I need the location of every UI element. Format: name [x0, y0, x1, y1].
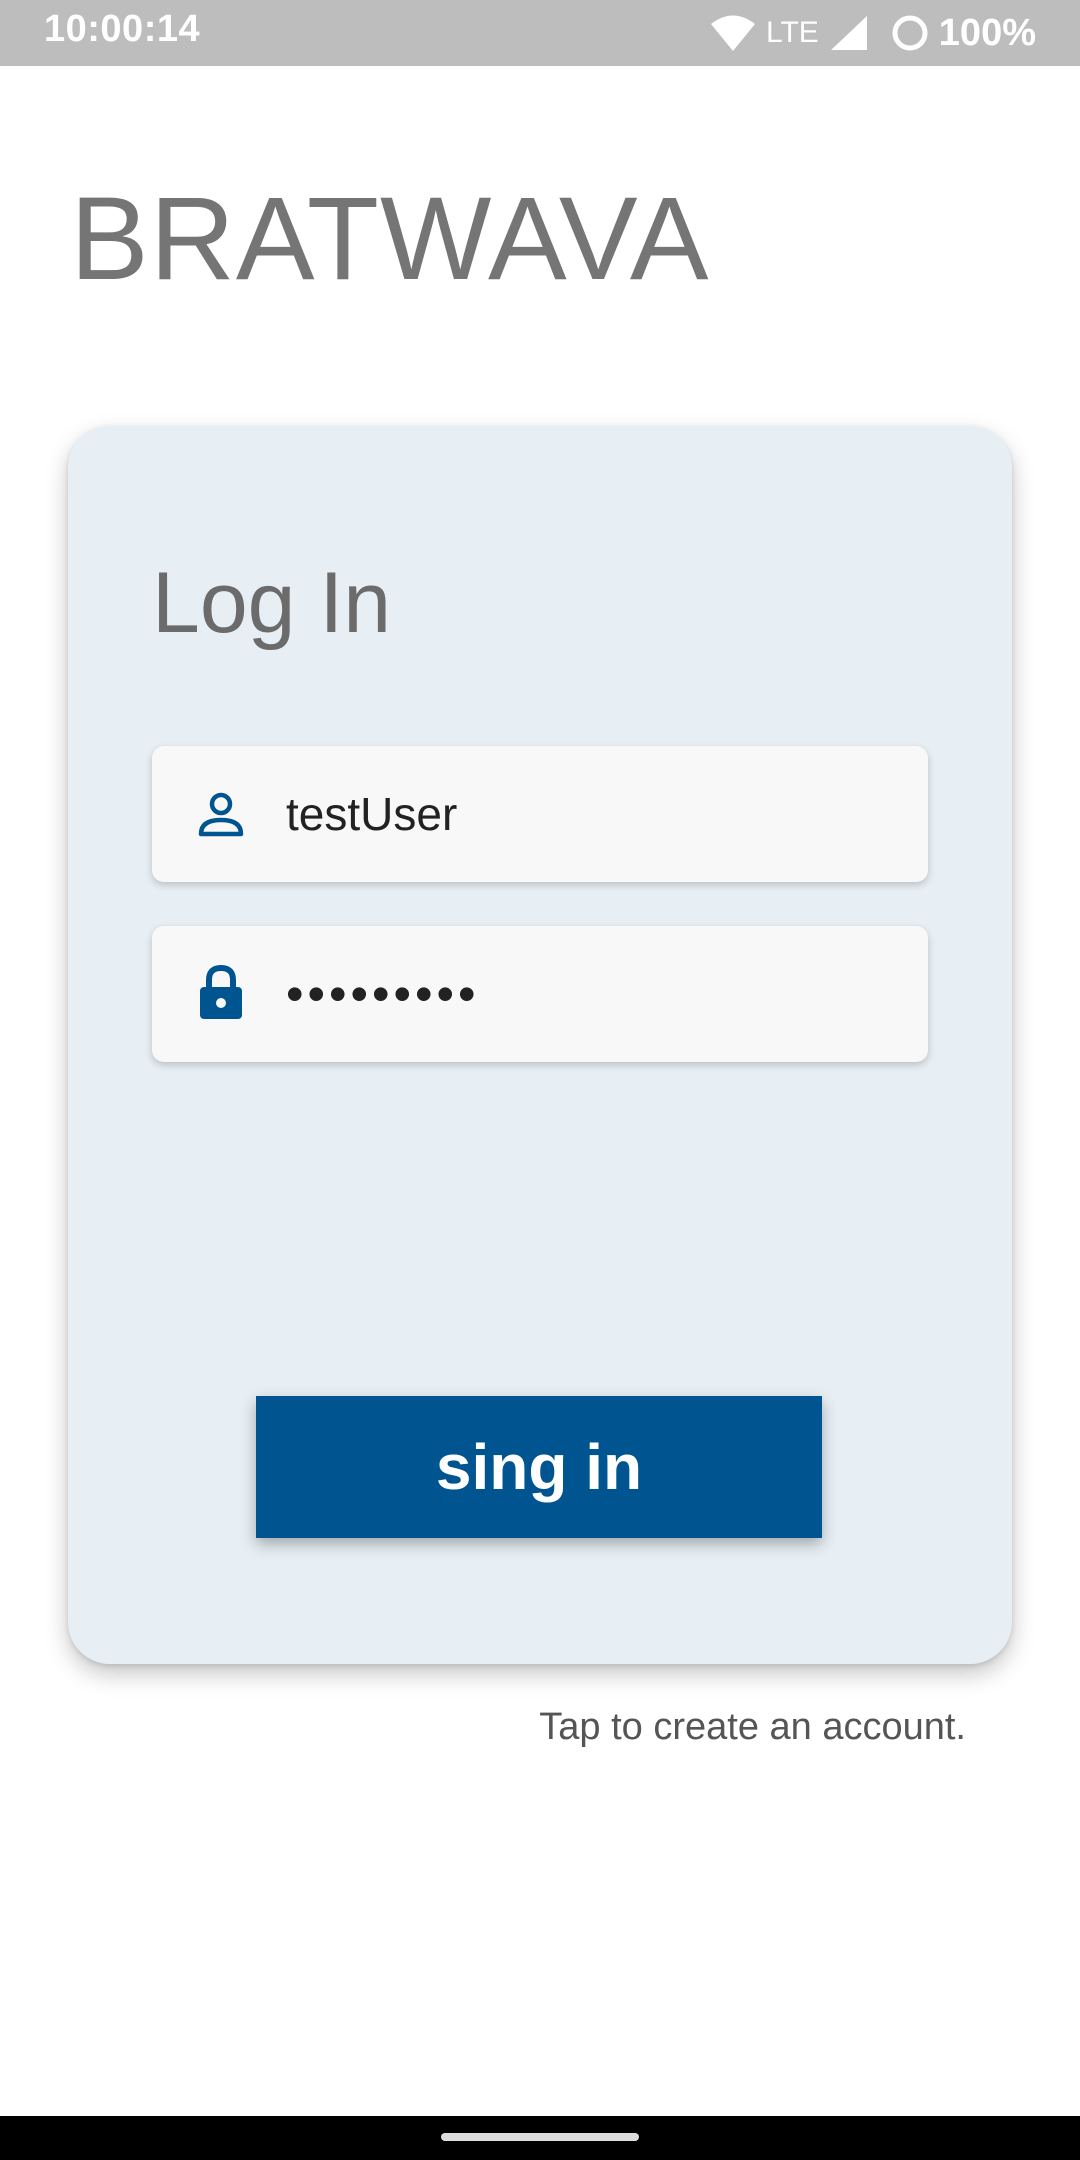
- battery-icon: [891, 14, 929, 52]
- wifi-icon: [710, 13, 756, 53]
- network-type: LTE: [766, 16, 819, 49]
- app-title: BRATWAVA: [70, 173, 710, 305]
- password-input[interactable]: •••••••••: [286, 926, 886, 1062]
- username-field[interactable]: [152, 746, 928, 882]
- status-time: 10:00:14: [44, 8, 201, 50]
- signal-icon: [829, 14, 869, 52]
- sign-in-button[interactable]: sing in: [256, 1396, 822, 1538]
- person-icon: [196, 790, 246, 840]
- status-icons: LTE 100%: [710, 8, 1036, 58]
- login-card: Log In ••••••••• sing in: [68, 426, 1012, 1664]
- login-screen: 10:00:14 LTE 100% BRATWAVA Log In testUs…: [0, 0, 1080, 2160]
- password-field[interactable]: •••••••••: [152, 926, 928, 1062]
- lock-icon: [196, 964, 246, 1020]
- navigation-bar: [0, 2116, 1080, 2160]
- status-bar: 10:00:14 LTE 100%: [0, 0, 1080, 66]
- home-gesture-handle[interactable]: [441, 2133, 639, 2141]
- create-account-link[interactable]: Tap to create an account.: [539, 1706, 966, 1749]
- username-input[interactable]: [286, 746, 886, 882]
- login-title: Log In: [152, 555, 392, 651]
- battery-percent: 100%: [938, 11, 1036, 54]
